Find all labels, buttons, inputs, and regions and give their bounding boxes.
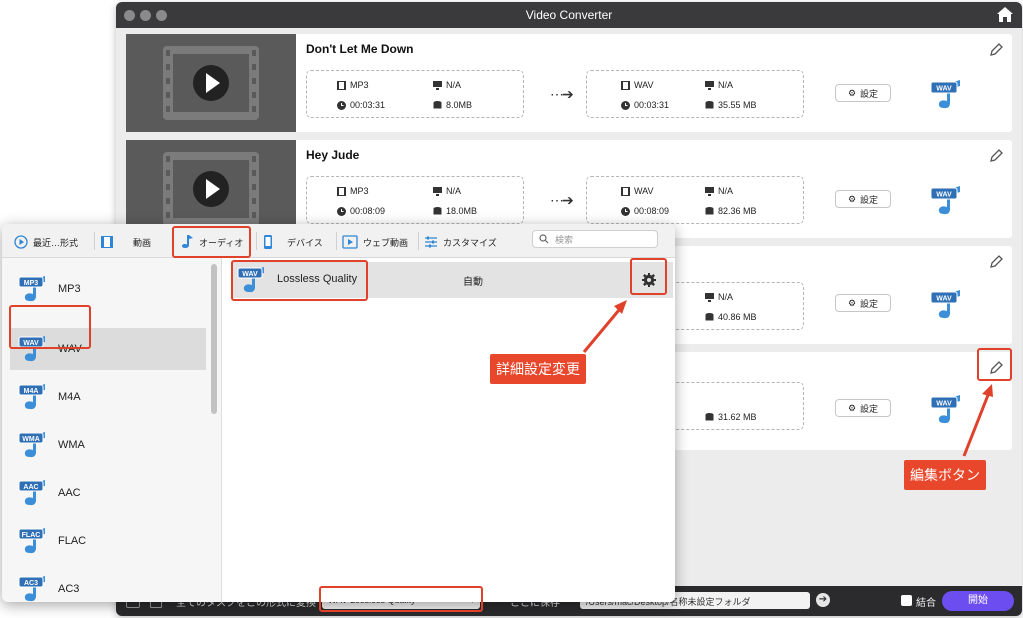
callout-edit-button: 編集ボタン: [904, 460, 986, 490]
callout-arrows: [582, 300, 993, 457]
callout-advanced-settings: 詳細設定変更: [490, 354, 586, 384]
